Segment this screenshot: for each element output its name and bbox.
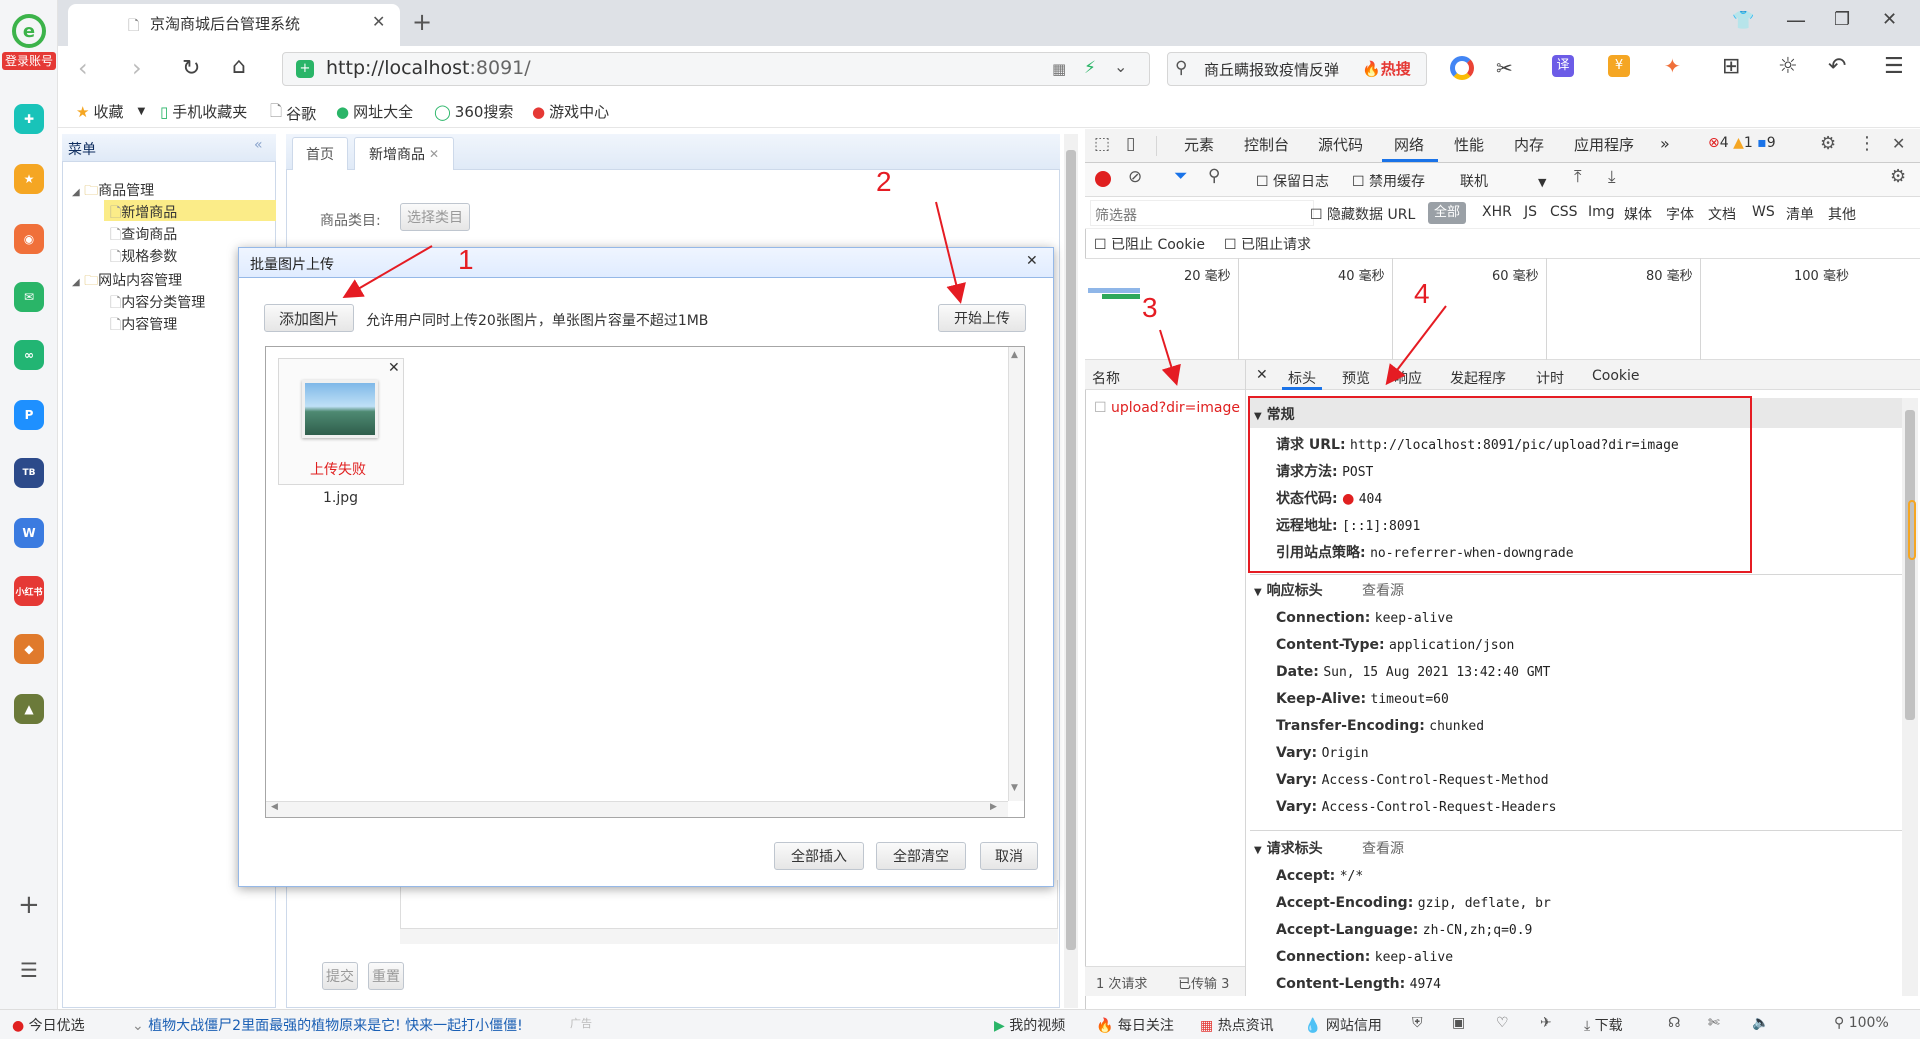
drop-icon: 💧	[1304, 1018, 1322, 1034]
status-label: 下载	[1594, 1018, 1623, 1034]
video-icon: ▶	[994, 1018, 1005, 1034]
ad-label: 广告	[570, 1017, 592, 1030]
heart-icon: ●	[12, 1018, 25, 1034]
annotation-number: 3	[1142, 292, 1158, 323]
news-ticker[interactable]: ⌄ 植物大战僵尸2里面最强的植物原来是它! 快来一起打小僵僵!	[132, 1015, 523, 1035]
daily-follow[interactable]: 🔥 每日关注	[1096, 1015, 1174, 1035]
image-icon[interactable]: ▣	[1452, 1015, 1465, 1031]
status-label: 网站信用	[1325, 1018, 1382, 1034]
scissor-icon[interactable]: ✄	[1708, 1015, 1720, 1031]
news-text: 植物大战僵尸2里面最强的植物原来是它! 快来一起打小僵僵!	[148, 1018, 523, 1034]
annotation-number: 1	[458, 244, 474, 275]
shield-icon[interactable]: ⛨	[1412, 1015, 1423, 1031]
download-icon: ⤓	[1584, 1018, 1591, 1034]
downloads[interactable]: ⤓ 下载	[1584, 1015, 1623, 1035]
fire-icon: 🔥	[1096, 1018, 1114, 1034]
speaker-icon[interactable]: 🔈	[1752, 1015, 1769, 1031]
zoom-level[interactable]: ⚲ 100%	[1834, 1015, 1889, 1031]
zoom-icon: ⚲	[1834, 1015, 1845, 1031]
chevron-icon: ⌄	[132, 1018, 144, 1034]
annotation-arrows	[342, 201, 1447, 386]
status-label: 今日优选	[28, 1018, 85, 1034]
annotation-number: 4	[1414, 278, 1430, 309]
news-icon: ▦	[1200, 1018, 1214, 1034]
site-credit[interactable]: 💧 网站信用	[1304, 1015, 1382, 1035]
status-label: 每日关注	[1117, 1018, 1174, 1034]
headset-icon[interactable]: ☊	[1668, 1015, 1680, 1031]
today-picks[interactable]: ● 今日优选	[12, 1015, 85, 1035]
heart-outline-icon[interactable]: ♡	[1496, 1015, 1509, 1031]
zoom-value: 100%	[1848, 1015, 1889, 1031]
hot-news[interactable]: ▦ 热点资讯	[1200, 1015, 1274, 1035]
my-videos[interactable]: ▶ 我的视频	[994, 1015, 1065, 1035]
rocket-icon[interactable]: ✈	[1540, 1015, 1552, 1031]
annotation-number: 2	[876, 166, 892, 197]
status-label: 热点资讯	[1217, 1018, 1274, 1034]
status-label: 我的视频	[1009, 1018, 1066, 1034]
